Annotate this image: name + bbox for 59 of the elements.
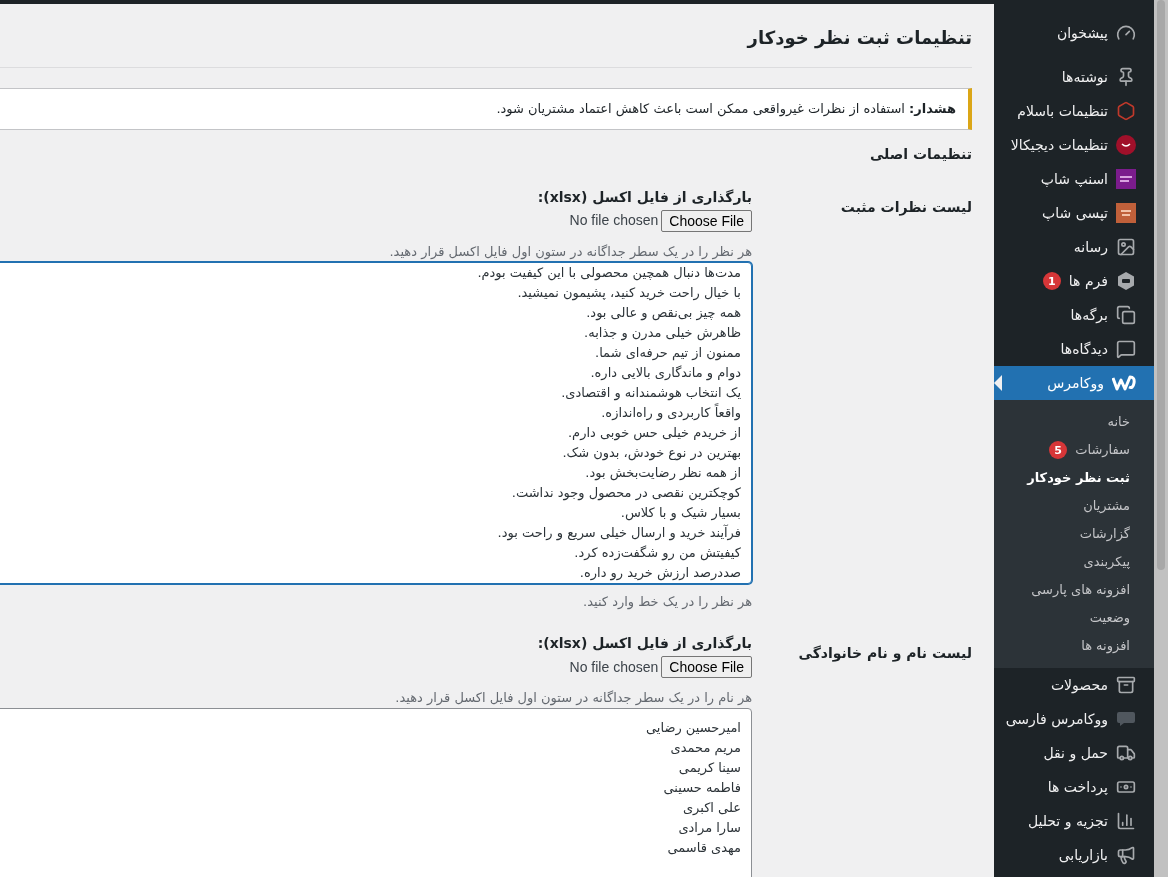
- shop-logo-icon: [1116, 203, 1136, 223]
- file-status: No file chosen: [569, 211, 659, 230]
- count-badge: 5: [1049, 441, 1068, 459]
- textarea-field[interactable]: امیرحسین رضایی مریم محمدی سینا کریمی فاطمه حسینی علی اکبری سارا مرادی مهدی قاسمی: [0, 708, 752, 877]
- megaphone-icon: [1116, 845, 1136, 865]
- file-status: No file chosen: [569, 657, 659, 677]
- sidebar-item[interactable]: محصولات: [994, 668, 1154, 702]
- sidebar-item[interactable]: تجزیه و تحلیل: [994, 804, 1154, 838]
- submenu-item[interactable]: ثبت نظر خودکار: [994, 464, 1154, 492]
- archive-icon: [1116, 675, 1136, 695]
- textarea-field[interactable]: مدت‌ها دنبال همچین محصولی با این کیفیت بودم. با خیال راحت خرید کنید، پشیمون نمیشید. همه چیز بی‌نقص و عالی بود. ظاهرش خیلی مدرن و جذابه. ممنون از تیم حرفه‌ای شما. دوام و ماندگاری بالایی داره. یک انتخاب هوشمندانه و اقتصادی. واقعاً کاربردی و راه‌اندازه. از خریدم خیلی حس خوبی دارم. بهترین در نوع خودش، بدون شک. از همه نظر رضایت‌بخش بود. کوچکترین نقصی در محصول وجود نداشت. بسیار شیک و با کلاس. فرآیند خرید و ارسال خیلی سریع و راحت بود. کیفیتش من رو شگفت‌زده کرد. صددرصد ارزش خرید رو داره.: [0, 261, 752, 584]
- pages-icon: [1116, 305, 1136, 325]
- woo-logo-icon: [1112, 375, 1136, 391]
- count-badge: 1: [1042, 272, 1061, 290]
- submenu-item[interactable]: خانه: [994, 408, 1154, 436]
- sidebar-item[interactable]: اسنپ شاپ: [994, 162, 1154, 196]
- sidebar-item[interactable]: دیدگاه‌ها: [994, 332, 1154, 366]
- field-description: هر نظر را در یک خط وارد کنید.: [583, 592, 752, 611]
- sidebar-item[interactable]: ووکامرس فارسی: [994, 702, 1154, 736]
- upload-hint: هر نظر را در یک سطر جداگانه در ستون اول فایل اکسل قرار دهید.: [389, 242, 752, 262]
- submenu-item[interactable]: افزونه ها: [994, 632, 1154, 660]
- sidebar-item[interactable]: پرداخت ها: [994, 770, 1154, 804]
- pin-icon: [1116, 67, 1136, 87]
- sidebar-item[interactable]: رسانه: [994, 230, 1154, 264]
- upload-hint: هر نام را در یک سطر جداگانه در ستون اول فایل اکسل قرار دهید.: [395, 689, 752, 708]
- smile-icon: [1116, 135, 1136, 155]
- form-icon: [1116, 271, 1136, 291]
- dashboard-icon: [1116, 23, 1136, 43]
- shop-logo-icon: [1116, 169, 1136, 189]
- current-pointer-icon: [994, 375, 1002, 391]
- scrollbar[interactable]: [1154, 0, 1168, 877]
- sidebar-item[interactable]: حمل و نقل: [994, 736, 1154, 770]
- hexagon-icon: [1116, 101, 1136, 121]
- section-title: تنظیمات اصلی: [868, 144, 972, 164]
- sidebar-item[interactable]: تنظیمات دیجیکالا: [994, 128, 1154, 162]
- upload-label: بارگذاری از فایل اکسل (xlsx):: [537, 634, 752, 653]
- field-label: لیست نظرات مثبت: [839, 197, 972, 218]
- bar-chart-icon: [1116, 811, 1136, 831]
- submenu-item[interactable]: گزارشات: [994, 520, 1154, 548]
- upload-label: بارگذاری از فایل اکسل (xlsx):: [537, 187, 752, 207]
- submenu-item[interactable]: وضعیت: [994, 604, 1154, 632]
- warning-notice: هشدار: استفاده از نظرات غیرواقعی ممکن است باعث کاهش اعتماد مشتریان شود.: [0, 88, 972, 130]
- submenu-item[interactable]: افزونه های پارسی: [994, 576, 1154, 604]
- truck-icon: [1116, 743, 1136, 763]
- sidebar-item[interactable]: تنظیمات باسلام: [994, 94, 1154, 128]
- media-icon: [1116, 237, 1136, 257]
- sidebar-item[interactable]: برگه‌ها: [994, 298, 1154, 332]
- sidebar-item[interactable]: تپسی شاپ: [994, 196, 1154, 230]
- submenu-item[interactable]: پیکربندی: [994, 548, 1154, 576]
- sidebar-item[interactable]: بازاریابی: [994, 838, 1154, 872]
- field-label: لیست نام و نام خانوادگی: [797, 644, 972, 664]
- comment-icon: [1116, 339, 1136, 359]
- choose-file-button[interactable]: Choose File: [661, 656, 752, 678]
- submenu-item[interactable]: مشتریان: [994, 492, 1154, 520]
- speech-bubble-icon: [1116, 711, 1136, 727]
- sidebar-item[interactable]: پیشخوان: [994, 16, 1154, 50]
- sidebar-item[interactable]: نوشته‌ها: [994, 60, 1154, 94]
- page-title: تنظیمات ثبت نظر خودکار: [745, 26, 972, 51]
- choose-file-button[interactable]: Choose File: [661, 209, 752, 232]
